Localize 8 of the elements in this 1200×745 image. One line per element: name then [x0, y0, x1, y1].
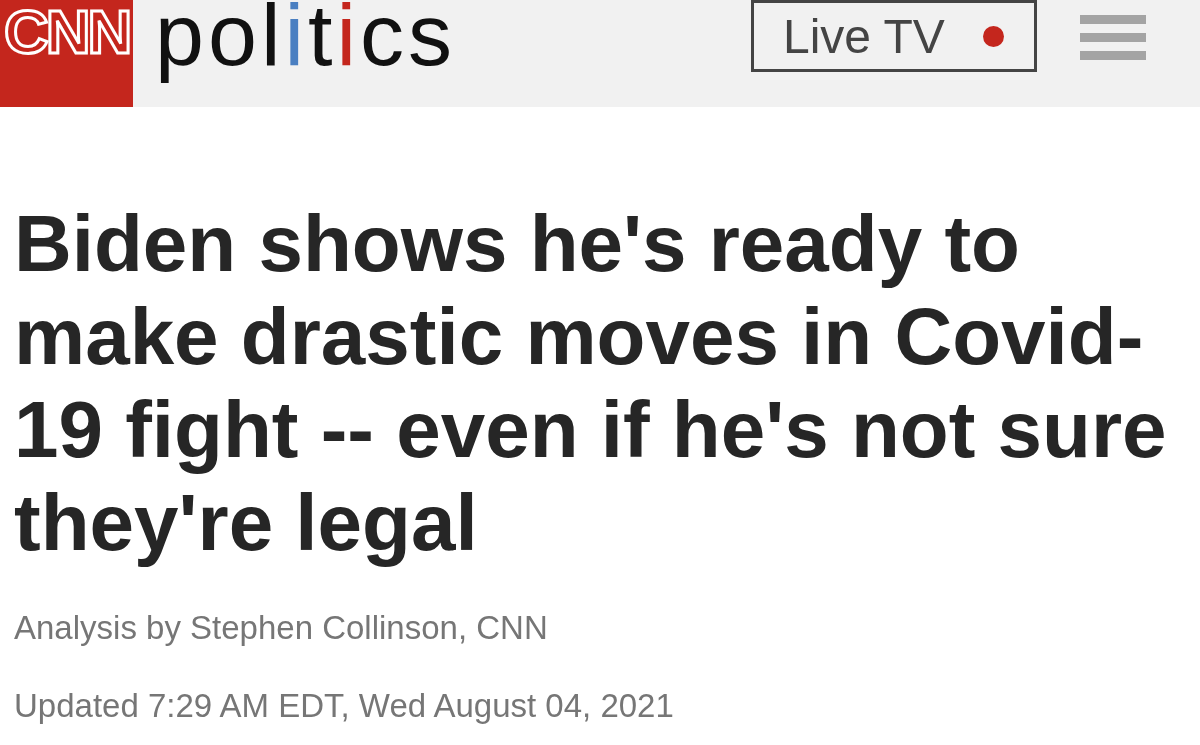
byline: Analysis by Stephen Collinson, CNN — [14, 608, 549, 648]
menu-icon — [1080, 15, 1146, 60]
updated-timestamp: Updated 7:29 AM EDT, Wed August 04, 2021 — [14, 686, 675, 726]
section-logo[interactable]: politics — [155, 0, 456, 88]
headline: Biden shows he's ready to make drastic moves in Covid-19 fight -- even if he's not sure they're legal — [14, 198, 1168, 569]
brand-logo[interactable]: CNN — [0, 0, 133, 107]
live-tv-button[interactable]: Live TV — [751, 0, 1037, 72]
menu-button[interactable] — [1080, 15, 1146, 60]
